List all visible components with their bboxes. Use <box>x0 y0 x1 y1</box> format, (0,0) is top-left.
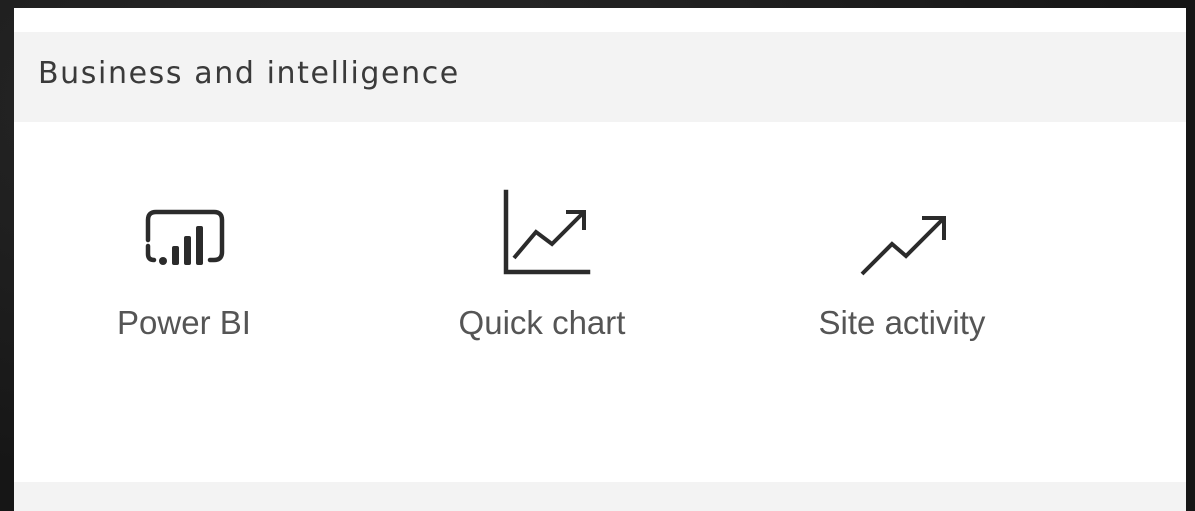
tile-label: Power BI <box>117 304 251 341</box>
tile-label: Site activity <box>818 304 986 341</box>
tile-site-activity[interactable]: Site activity <box>782 188 1022 378</box>
tile-quick-chart[interactable]: Quick chart <box>422 188 662 378</box>
section-header: Business and intelligence <box>14 32 1186 122</box>
next-section-header <box>14 482 1186 511</box>
tile-power-bi[interactable]: Power BI <box>64 188 304 378</box>
toolbox-panel: Business and intelligence Power BI Quick… <box>14 8 1186 511</box>
line-chart-icon <box>492 188 592 278</box>
section-title: Business and intelligence <box>38 55 460 91</box>
trending-up-icon <box>852 188 952 278</box>
power-bi-icon <box>134 188 234 278</box>
tile-label: Quick chart <box>458 304 626 341</box>
